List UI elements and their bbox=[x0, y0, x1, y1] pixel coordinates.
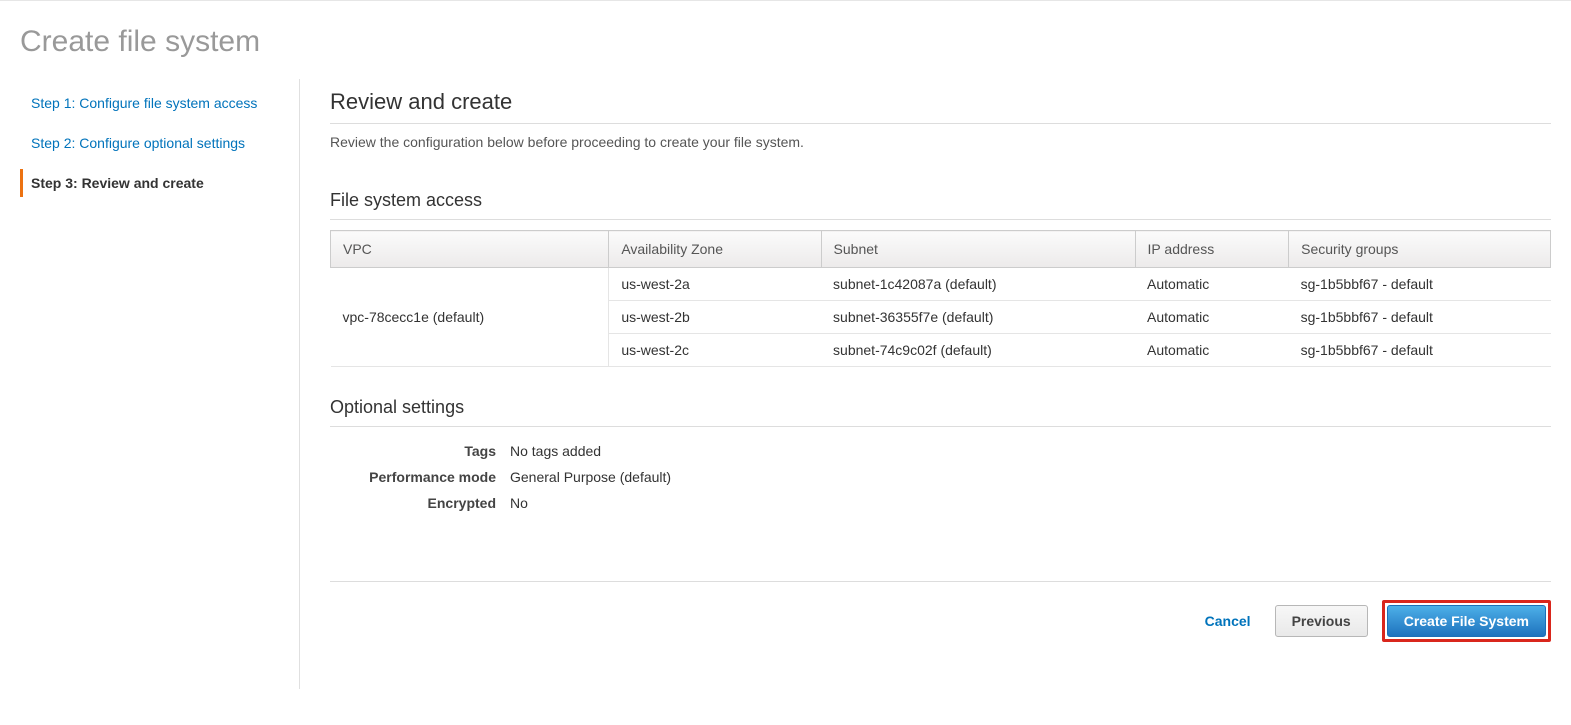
optional-settings-block: Tags No tags added Performance mode Gene… bbox=[330, 443, 1551, 511]
cancel-button[interactable]: Cancel bbox=[1195, 607, 1261, 635]
setting-row-performance-mode: Performance mode General Purpose (defaul… bbox=[330, 469, 1551, 485]
col-ip-address: IP address bbox=[1135, 231, 1289, 268]
setting-value: General Purpose (default) bbox=[510, 469, 671, 485]
cell-ip: Automatic bbox=[1135, 301, 1289, 334]
wizard-steps-sidebar: Step 1: Configure file system access Ste… bbox=[20, 79, 300, 689]
cell-ip: Automatic bbox=[1135, 268, 1289, 301]
review-heading: Review and create bbox=[330, 89, 1551, 115]
divider bbox=[330, 123, 1551, 124]
page-title: Create file system bbox=[20, 25, 1551, 59]
wizard-step-3[interactable]: Step 3: Review and create bbox=[20, 169, 279, 197]
cell-subnet: subnet-1c42087a (default) bbox=[821, 268, 1135, 301]
col-availability-zone: Availability Zone bbox=[609, 231, 821, 268]
setting-label: Performance mode bbox=[330, 469, 510, 485]
divider bbox=[330, 219, 1551, 220]
previous-button[interactable]: Previous bbox=[1275, 605, 1368, 637]
setting-value: No bbox=[510, 495, 528, 511]
divider bbox=[330, 426, 1551, 427]
cell-sg: sg-1b5bbf67 - default bbox=[1289, 301, 1551, 334]
col-security-groups: Security groups bbox=[1289, 231, 1551, 268]
wizard-button-row: Cancel Previous Create File System bbox=[330, 600, 1551, 662]
cell-az: us-west-2a bbox=[609, 268, 821, 301]
table-header-row: VPC Availability Zone Subnet IP address … bbox=[331, 231, 1551, 268]
divider bbox=[330, 581, 1551, 582]
setting-label: Tags bbox=[330, 443, 510, 459]
setting-row-tags: Tags No tags added bbox=[330, 443, 1551, 459]
file-system-access-table: VPC Availability Zone Subnet IP address … bbox=[330, 230, 1551, 367]
cell-subnet: subnet-36355f7e (default) bbox=[821, 301, 1135, 334]
table-row: vpc-78cecc1e (default) us-west-2a subnet… bbox=[331, 268, 1551, 301]
wizard-step-2[interactable]: Step 2: Configure optional settings bbox=[20, 129, 279, 157]
file-system-access-heading: File system access bbox=[330, 190, 1551, 211]
cell-subnet: subnet-74c9c02f (default) bbox=[821, 334, 1135, 367]
cell-az: us-west-2b bbox=[609, 301, 821, 334]
col-subnet: Subnet bbox=[821, 231, 1135, 268]
setting-label: Encrypted bbox=[330, 495, 510, 511]
cell-sg: sg-1b5bbf67 - default bbox=[1289, 334, 1551, 367]
wizard-step-1[interactable]: Step 1: Configure file system access bbox=[20, 89, 279, 117]
col-vpc: VPC bbox=[331, 231, 609, 268]
review-intro-text: Review the configuration below before pr… bbox=[330, 134, 1551, 150]
cell-ip: Automatic bbox=[1135, 334, 1289, 367]
create-button-highlight: Create File System bbox=[1382, 600, 1551, 642]
cell-vpc: vpc-78cecc1e (default) bbox=[331, 268, 609, 367]
setting-row-encrypted: Encrypted No bbox=[330, 495, 1551, 511]
cell-sg: sg-1b5bbf67 - default bbox=[1289, 268, 1551, 301]
main-content: Review and create Review the configurati… bbox=[300, 79, 1551, 689]
cell-az: us-west-2c bbox=[609, 334, 821, 367]
create-file-system-button[interactable]: Create File System bbox=[1387, 605, 1546, 637]
setting-value: No tags added bbox=[510, 443, 601, 459]
optional-settings-heading: Optional settings bbox=[330, 397, 1551, 418]
